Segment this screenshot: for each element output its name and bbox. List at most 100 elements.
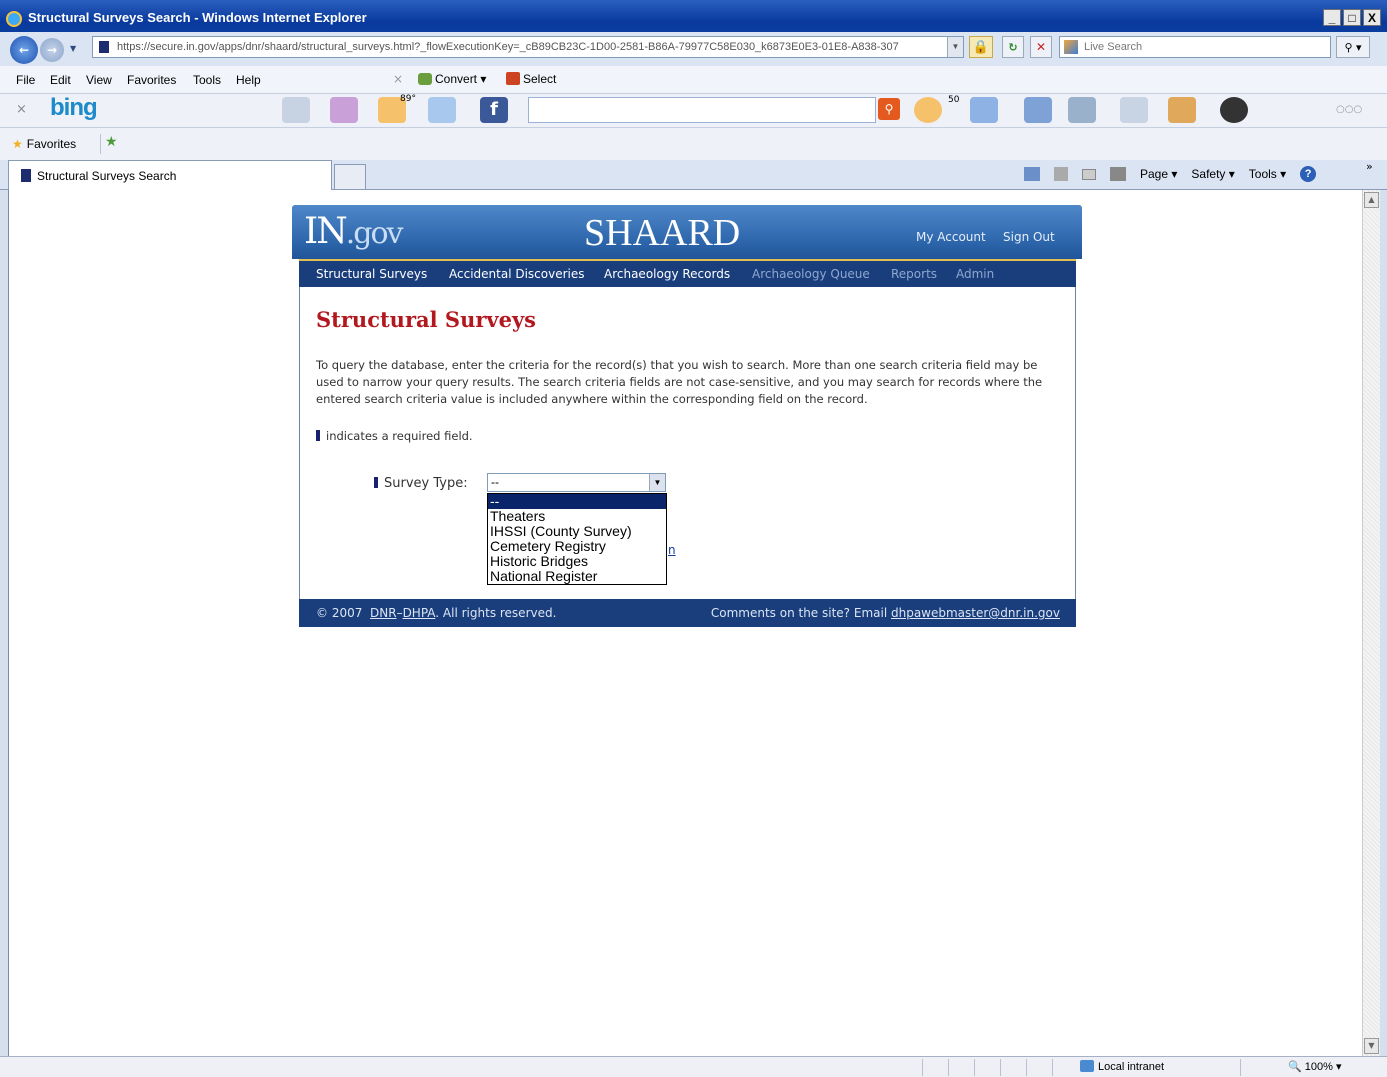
menu-bar: File Edit View Favorites Tools Help × Co…	[0, 66, 1387, 94]
nav-structural-surveys[interactable]: Structural Surveys	[316, 267, 427, 281]
menu-file[interactable]: File	[16, 73, 35, 87]
option-historic-bridges[interactable]: Historic Bridges	[488, 554, 666, 569]
feeds-icon[interactable]	[1054, 167, 1068, 181]
forward-button[interactable]: →	[40, 38, 64, 62]
maximize-button[interactable]: □	[1343, 9, 1361, 26]
page-icon	[99, 41, 109, 53]
maps-icon[interactable]	[330, 97, 358, 123]
webmaster-email-link[interactable]: dhpawebmaster@dnr.in.gov	[891, 606, 1060, 620]
survey-type-value: --	[491, 475, 499, 489]
option-national-register[interactable]: National Register	[488, 569, 666, 584]
menu-help[interactable]: Help	[236, 73, 261, 87]
rewards-icon[interactable]: 50	[914, 95, 959, 123]
scroll-up-button[interactable]: ▲	[1364, 192, 1379, 208]
select-button[interactable]: Select	[506, 72, 556, 86]
close-window-button[interactable]: X	[1363, 9, 1381, 26]
security-zone: Local intranet	[1080, 1060, 1164, 1073]
weather-icon[interactable]: 89°	[378, 94, 416, 123]
minimize-button[interactable]: _	[1323, 9, 1341, 26]
menu-view[interactable]: View	[86, 73, 112, 87]
safety-menu-label: Safety	[1191, 167, 1226, 181]
chevron-down-icon[interactable]: ▼	[649, 474, 665, 491]
my-account-link[interactable]: My Account	[916, 230, 986, 244]
new-tab-button[interactable]	[334, 164, 366, 190]
live-search-input[interactable]: Live Search	[1059, 36, 1331, 58]
option-cemetery-registry[interactable]: Cemetery Registry	[488, 539, 666, 554]
nav-admin[interactable]: Admin	[956, 267, 994, 281]
protected-mode-icon[interactable]	[1240, 1059, 1280, 1076]
wallet-icon[interactable]	[1220, 97, 1248, 123]
status-cell	[1000, 1059, 1024, 1076]
status-cell	[922, 1059, 946, 1076]
recent-pages-dropdown[interactable]: ▼	[70, 44, 76, 53]
menu-tools[interactable]: Tools	[193, 73, 221, 87]
site-body: Structural Surveys To query the database…	[299, 287, 1076, 599]
status-cell	[974, 1059, 998, 1076]
menu-favorites[interactable]: Favorites	[127, 73, 176, 87]
help-icon[interactable]: ?	[1300, 166, 1317, 182]
zoom-level[interactable]: 🔍 100% ▾	[1288, 1060, 1341, 1073]
status-cell	[1026, 1059, 1050, 1076]
zoom-value: 100%	[1304, 1061, 1333, 1073]
toolbar-overflow-chevron[interactable]: »	[1366, 160, 1373, 173]
rights-text: . All rights reserved.	[435, 606, 557, 620]
tools-menu[interactable]: Tools ▾	[1249, 167, 1286, 181]
in-gov-logo[interactable]: IN.gov	[304, 211, 403, 252]
status-cell	[1052, 1059, 1076, 1076]
nav-archaeology-queue[interactable]: Archaeology Queue	[752, 267, 870, 281]
obscured-link[interactable]: n	[668, 543, 676, 557]
close-bing-toolbar-icon[interactable]: ×	[16, 102, 27, 117]
window-controls: _ □ X	[1323, 9, 1381, 26]
dhpa-link[interactable]: DHPA	[403, 606, 436, 620]
more-options-icon[interactable]: ○○○	[1336, 104, 1362, 115]
option-theaters[interactable]: Theaters	[488, 509, 666, 524]
security-lock-icon[interactable]: 🔒	[969, 36, 993, 58]
nav-reports[interactable]: Reports	[891, 267, 937, 281]
facebook-icon[interactable]: f	[480, 97, 508, 123]
site-title: SHAARD	[584, 212, 741, 254]
convert-button[interactable]: Convert ▾	[418, 72, 486, 86]
address-dropdown-button[interactable]: ▼	[947, 37, 963, 57]
video-icon[interactable]	[1068, 97, 1096, 123]
nav-accidental-discoveries[interactable]: Accidental Discoveries	[449, 267, 585, 281]
favorites-button[interactable]: Favorites	[12, 137, 76, 151]
bing-logo[interactable]: bing	[50, 94, 98, 122]
sign-out-link[interactable]: Sign Out	[1003, 230, 1055, 244]
survey-type-select[interactable]: -- ▼	[487, 473, 666, 492]
stop-button[interactable]: ✕	[1030, 36, 1052, 58]
bing-search-input[interactable]	[528, 97, 876, 123]
finance-icon[interactable]	[1120, 97, 1148, 123]
refresh-button[interactable]: ↻	[1002, 36, 1024, 58]
page-menu[interactable]: Page ▾	[1140, 167, 1177, 181]
copyright-prefix: © 2007	[316, 606, 363, 620]
tab-title: Structural Surveys Search	[37, 169, 177, 183]
search-button[interactable]: ⚲ ▾	[1336, 36, 1370, 58]
shopping-icon[interactable]	[428, 97, 456, 123]
vertical-scrollbar[interactable]: ▲ ▼	[1362, 190, 1380, 1056]
status-cell	[948, 1059, 972, 1076]
nav-archaeology-records[interactable]: Archaeology Records	[604, 267, 730, 281]
contact-prefix: Comments on the site? Email	[710, 606, 888, 620]
news-icon[interactable]	[282, 97, 310, 123]
menu-edit[interactable]: Edit	[50, 73, 71, 87]
bing-search-button[interactable]: ⚲	[878, 98, 900, 120]
internet-explorer-icon	[6, 11, 22, 27]
option-blank[interactable]: --	[488, 494, 666, 509]
window-title: Structural Surveys Search - Windows Inte…	[28, 10, 367, 25]
close-toolbar-icon[interactable]: ×	[393, 72, 403, 86]
option-ihssi[interactable]: IHSSI (County Survey)	[488, 524, 666, 539]
tab-structural-surveys-search[interactable]: Structural Surveys Search	[8, 160, 332, 190]
scroll-down-button[interactable]: ▼	[1364, 1038, 1379, 1054]
home-icon[interactable]	[1024, 167, 1040, 181]
like-icon[interactable]	[970, 97, 998, 123]
add-favorite-icon[interactable]: ★	[100, 134, 122, 154]
chat-icon[interactable]	[1024, 97, 1052, 123]
safety-menu[interactable]: Safety ▾	[1191, 167, 1234, 181]
back-button[interactable]: ←	[10, 36, 38, 64]
print-icon[interactable]	[1110, 167, 1126, 181]
mail-icon[interactable]	[1082, 168, 1096, 180]
address-bar[interactable]: https://secure.in.gov/apps/dnr/shaard/st…	[92, 36, 964, 58]
dnr-link[interactable]: DNR	[370, 606, 397, 620]
highlight-icon[interactable]	[1168, 97, 1196, 123]
page-menu-label: Page	[1140, 167, 1169, 181]
